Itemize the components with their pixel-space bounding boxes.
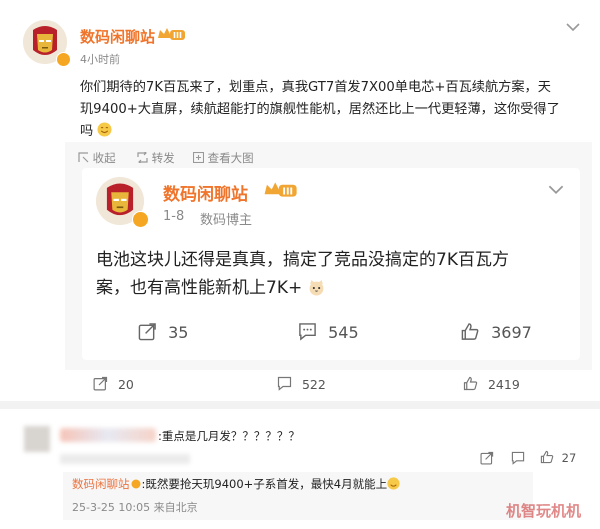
repost-icon: [137, 150, 148, 165]
thumbs-up-icon: [540, 450, 554, 464]
svg-text:III: III: [173, 31, 182, 40]
comment-icon: [277, 376, 292, 391]
quoted-like-button[interactable]: 3697: [460, 322, 532, 342]
collect-label: 收起: [92, 151, 116, 165]
verified-badge-icon: [131, 479, 140, 489]
verified-badge-icon: [56, 52, 71, 67]
comment-icon[interactable]: [511, 451, 525, 465]
level-badge-icon: III: [262, 180, 298, 203]
post-time: 4小时前: [80, 53, 120, 66]
comment-like-count: 27: [561, 451, 577, 465]
repost-stat-count: 20: [117, 377, 134, 392]
reply-author-name[interactable]: 数码闲聊站: [72, 477, 130, 491]
view-large-button[interactable]: 查看大图: [192, 150, 254, 166]
smile-emoji-icon: [387, 477, 400, 490]
quoted-text-line-2-text: 案，也有高性能新机上7K+: [96, 278, 303, 298]
svg-text:III: III: [282, 186, 293, 197]
share-icon[interactable]: [480, 451, 494, 465]
post-author-name[interactable]: 数码闲聊站: [80, 26, 155, 47]
quoted-author-name[interactable]: 数码闲聊站: [163, 180, 248, 205]
quoted-text-line-1: 电池这块儿还得是真真，搞定了竞品没搞定的7K百瓦方: [96, 250, 509, 270]
post-text-line-3-text: 吗: [80, 124, 94, 139]
quoted-role: 数码博主: [200, 213, 253, 228]
reply-meta: 25-3-25 10:05 来自北京: [72, 501, 198, 514]
view-large-label: 查看大图: [207, 151, 254, 165]
collapse-icon: [78, 152, 89, 163]
share-icon: [93, 376, 108, 391]
post-text-line-3: 吗: [80, 120, 112, 139]
blurred-commenter-avatar[interactable]: [24, 426, 50, 452]
comment-icon: [299, 323, 316, 341]
quoted-text-line-2: 案，也有高性能新机上7K+: [96, 273, 325, 298]
blurred-commenter-name[interactable]: [60, 428, 156, 442]
blurred-comment-meta: [60, 454, 190, 464]
verified-badge-icon: [132, 211, 149, 228]
smile-emoji-icon: [97, 122, 112, 137]
quoted-date: 1-8: [163, 209, 185, 224]
quoted-repost-count: 35: [168, 323, 189, 342]
chevron-down-icon[interactable]: [548, 184, 564, 195]
repost-button[interactable]: 转发: [137, 150, 175, 166]
cat-emoji-icon: [309, 280, 324, 296]
section-divider: [0, 401, 600, 409]
level-badge-icon: III: [156, 26, 186, 46]
zoom-icon: [192, 151, 205, 164]
quoted-comment-count: 545: [328, 323, 359, 342]
repost-stat-button[interactable]: 20: [93, 376, 134, 392]
post-text-line-1: 你们期待的7K百瓦来了，划重点，真我GT7首发7X00单电芯+百瓦续航方案，天: [80, 80, 551, 95]
comment-stat-button[interactable]: 522: [277, 376, 326, 392]
comment-stat-count: 522: [301, 377, 326, 392]
thumbs-up-icon: [463, 376, 478, 391]
watermark: 机智玩机机: [506, 502, 582, 520]
share-icon: [138, 323, 156, 341]
comment-like-button[interactable]: 27: [540, 450, 576, 465]
thumbs-up-icon: [461, 323, 479, 340]
quoted-like-count: 3697: [491, 323, 532, 342]
repost-label: 转发: [151, 151, 175, 165]
reply-line: 数码闲聊站 :既然要抢天玑9400+子系首发，最快4月就能上: [72, 476, 400, 492]
reply-text: :既然要抢天玑9400+子系首发，最快4月就能上: [141, 477, 388, 491]
like-stat-button[interactable]: 2419: [463, 376, 520, 392]
comment-text: :重点是几月发？？？？？？: [158, 429, 300, 443]
post-text-line-2: 玑9400+大直屏，续航超能打的旗舰性能机，居然还比上一代更轻薄，这你受得了: [80, 102, 560, 117]
quoted-comment-button[interactable]: 545: [298, 322, 359, 342]
quoted-repost-button[interactable]: 35: [138, 322, 188, 342]
chevron-down-icon[interactable]: [566, 22, 580, 32]
like-stat-count: 2419: [487, 377, 520, 392]
collect-button[interactable]: 收起: [78, 150, 116, 166]
